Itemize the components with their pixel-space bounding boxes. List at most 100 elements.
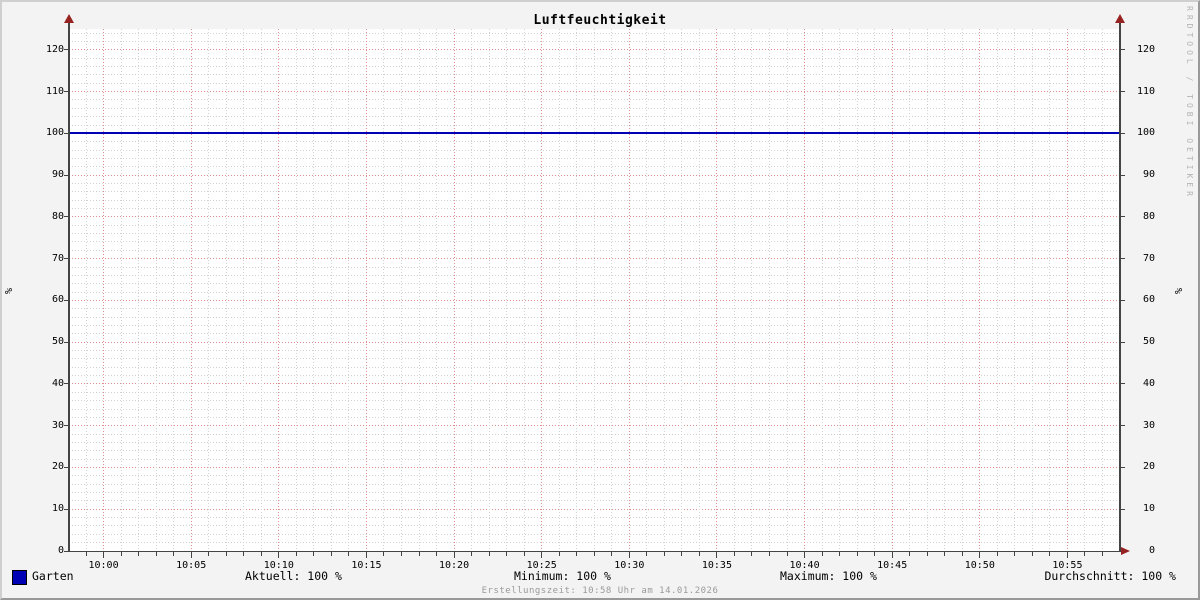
- gridline-v-minor: [856, 29, 858, 551]
- x-tick-minor: [874, 552, 876, 556]
- gridline-v-major: [891, 29, 893, 551]
- x-tick-minor: [821, 552, 823, 556]
- rrdtool-graph: Luftfeuchtigkeit 10:00 10:05 10:10 10:15 10:…: [0, 0, 1200, 600]
- y-tick-label-left: 110: [45, 85, 64, 97]
- gridline-v-minor: [909, 29, 911, 551]
- gridline-v-minor: [120, 29, 122, 551]
- gridline-v-minor: [243, 29, 245, 551]
- y-tick-label-right: 0: [1148, 545, 1155, 556]
- rrdtool-watermark: RRDTOOL / TOBI OETIKER: [1185, 6, 1194, 200]
- x-tick-minor: [909, 552, 911, 556]
- y-tick-label-left: 0: [57, 545, 64, 556]
- x-tick-minor: [611, 552, 613, 556]
- series-line-garten: [68, 132, 1120, 135]
- x-tick-major: [453, 552, 455, 558]
- x-tick-minor: [488, 552, 490, 556]
- x-tick-major: [716, 552, 718, 558]
- x-tick-minor: [839, 552, 841, 556]
- x-tick-minor: [1014, 552, 1016, 556]
- gridline-v-minor: [839, 29, 841, 551]
- gridline-v-major: [278, 29, 280, 551]
- x-tick-minor: [996, 552, 998, 556]
- x-tick-label: 10:20: [438, 560, 470, 571]
- x-tick-major: [979, 552, 981, 558]
- x-tick-minor: [208, 552, 210, 556]
- y-tick-label-left: 90: [51, 169, 64, 181]
- y-tick-label-left: 120: [45, 43, 64, 55]
- gridline-v-minor: [786, 29, 788, 551]
- x-tick-minor: [961, 552, 963, 556]
- gridline-v-minor: [138, 29, 140, 551]
- y-tick-right: [1120, 341, 1125, 343]
- x-tick-minor: [786, 552, 788, 556]
- x-tick-minor: [85, 552, 87, 556]
- x-tick-major: [190, 552, 192, 558]
- y-tick-label-right: 110: [1136, 85, 1155, 97]
- stat-aktuell: Aktuell: 100 %: [245, 569, 342, 583]
- gridline-v-major: [365, 29, 367, 551]
- gridline-v-minor: [506, 29, 508, 551]
- gridline-v-minor: [681, 29, 683, 551]
- y-tick-label-right: 120: [1136, 43, 1155, 55]
- x-tick-major: [541, 552, 543, 558]
- y-tick-label-right: 10: [1142, 503, 1155, 515]
- gridline-v-minor: [821, 29, 823, 551]
- x-tick-minor: [769, 552, 770, 556]
- x-tick-label: 10:05: [176, 560, 207, 571]
- x-tick-minor: [733, 552, 735, 556]
- y-axis-left-arrow-icon: [64, 14, 74, 23]
- gridline-v-minor: [1031, 29, 1033, 551]
- gridline-v-minor: [155, 29, 157, 551]
- x-tick-minor: [523, 552, 525, 556]
- x-tick-minor: [926, 552, 928, 556]
- legend-swatch: [12, 570, 27, 585]
- x-tick-minor: [348, 552, 350, 556]
- x-axis: [68, 550, 1122, 552]
- gridline-v-minor: [208, 29, 210, 551]
- x-tick-minor: [313, 552, 315, 556]
- y-tick-label-right: 60: [1142, 294, 1155, 306]
- gridline-v-minor: [558, 29, 560, 551]
- gridline-v-minor: [400, 29, 402, 551]
- gridline-v-minor: [436, 29, 438, 551]
- gridline-v-minor: [944, 29, 946, 551]
- x-tick-minor: [1049, 552, 1051, 556]
- y-tick-right: [1120, 508, 1125, 510]
- gridline-v-minor: [523, 29, 525, 551]
- x-tick-minor: [173, 552, 175, 556]
- y-tick-right: [1120, 132, 1125, 134]
- y-tick-label-right: 30: [1142, 419, 1155, 431]
- x-tick-minor: [576, 552, 578, 556]
- gridline-v-minor: [874, 29, 876, 551]
- gridline-v-minor: [769, 29, 770, 551]
- y-axis-right-arrow-icon: [1115, 14, 1125, 23]
- x-tick-minor: [1101, 552, 1103, 556]
- x-tick-minor: [295, 552, 297, 556]
- gridline-v-major: [103, 29, 105, 551]
- x-tick-minor: [155, 552, 157, 556]
- y-tick-label-left: 40: [51, 377, 64, 389]
- gridline-v-minor: [646, 29, 648, 551]
- gridline-v-minor: [1014, 29, 1016, 551]
- y-tick-label-right: 20: [1142, 461, 1155, 473]
- x-tick-minor: [856, 552, 858, 556]
- y-tick-label-left: 60: [51, 294, 64, 306]
- gridline-v-minor: [961, 29, 963, 551]
- x-tick-major: [365, 552, 367, 558]
- x-tick-minor: [698, 552, 700, 556]
- y-tick-right: [1120, 216, 1125, 218]
- gridline-v-major: [541, 29, 543, 551]
- y-tick-label-left: 70: [51, 252, 64, 264]
- x-tick-minor: [471, 552, 473, 556]
- y-tick-label-left: 50: [51, 336, 64, 348]
- gridline-v-major: [716, 29, 718, 551]
- y-tick-right: [1120, 91, 1125, 93]
- gridline-v-minor: [225, 29, 227, 551]
- gridline-v-major: [1066, 29, 1068, 551]
- gridline-v-minor: [295, 29, 297, 551]
- chart-title: Luftfeuchtigkeit: [533, 13, 667, 28]
- gridline-v-minor: [330, 29, 332, 551]
- y-axis-right: [1119, 22, 1121, 552]
- gridline-v-minor: [383, 29, 385, 551]
- gridline-v-minor: [926, 29, 928, 551]
